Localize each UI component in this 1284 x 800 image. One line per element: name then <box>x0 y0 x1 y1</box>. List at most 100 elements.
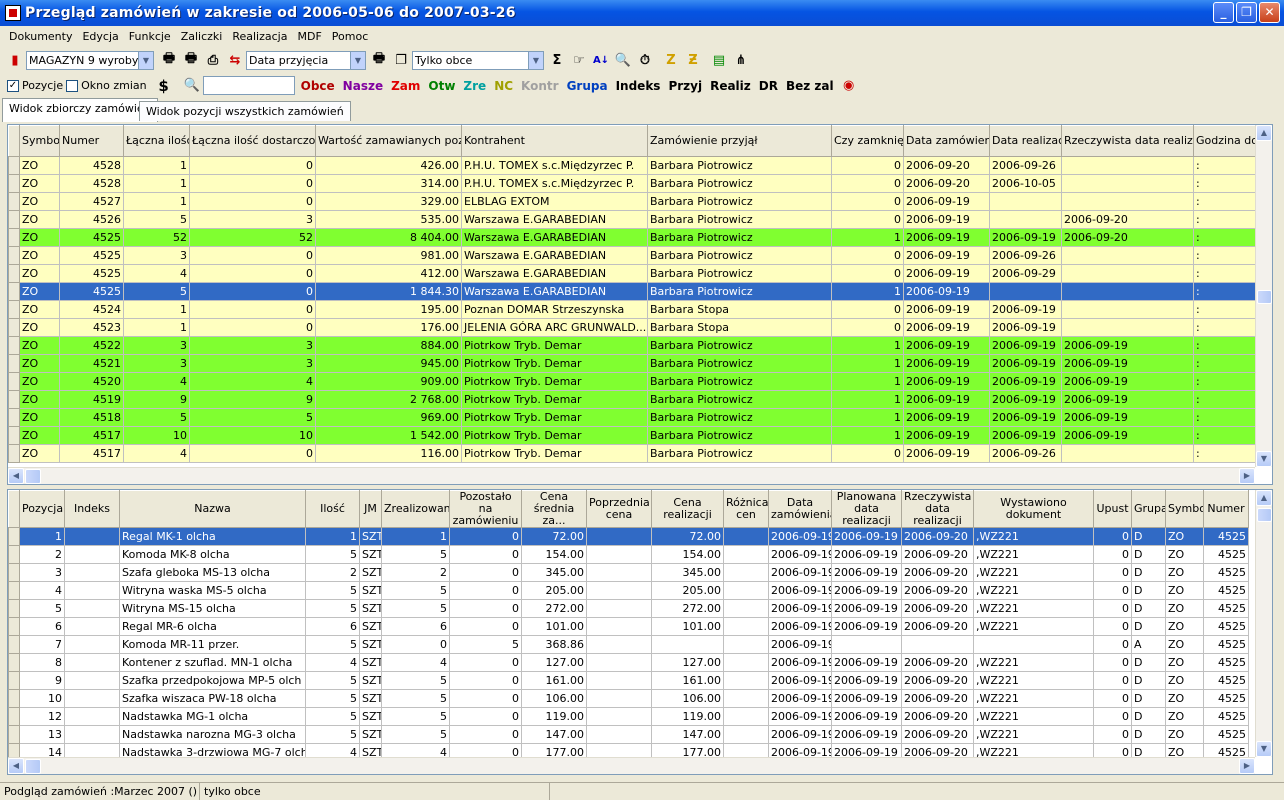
items-col-header[interactable]: Upust <box>1093 490 1132 528</box>
scroll-left-icon[interactable]: ◀ <box>8 468 24 484</box>
clock-icon[interactable]: ⏱ <box>636 51 654 69</box>
table-row[interactable]: ZO 4521 3 3 945.00 Piotrkow Tryb. Demar Barbar… <box>8 354 1259 373</box>
scroll-left-icon[interactable]: ◀ <box>8 758 24 774</box>
scroll-thumb[interactable] <box>1257 508 1272 522</box>
table-row[interactable]: 9 Szafka przedpokojowa MP-5 olch 5 SZT 5 0 161… <box>8 671 1249 690</box>
items-col-header[interactable]: JM <box>359 490 382 528</box>
row-indicator[interactable] <box>8 599 20 618</box>
sort-az-icon[interactable]: A↓ <box>592 51 610 69</box>
table-row[interactable]: 8 Kontener z szuflad. MN-1 olcha 4 SZT 4 0 127… <box>8 653 1249 672</box>
table-row[interactable]: 7 Komoda MR-11 przer. 5 SZT 0 5 368.86 2006-09-… <box>8 635 1249 654</box>
filter-obce[interactable]: Obce <box>301 79 335 93</box>
orders-col-header[interactable]: Kontrahent <box>461 125 648 157</box>
row-indicator[interactable] <box>8 246 20 265</box>
row-indicator[interactable] <box>8 390 20 409</box>
items-col-header[interactable]: Indeks <box>64 490 120 528</box>
close-button[interactable]: ✕ <box>1259 2 1280 23</box>
items-col-header[interactable]: Nazwa <box>119 490 306 528</box>
menu-edycja[interactable]: Edycja <box>77 30 123 43</box>
row-indicator[interactable] <box>8 156 20 175</box>
menu-funkcje[interactable]: Funkcje <box>124 30 176 43</box>
orders-col-header[interactable]: Łączna ilość zamawiana <box>123 125 190 157</box>
z-icon[interactable]: Z <box>662 51 680 69</box>
chevron-down-icon[interactable]: ▼ <box>138 51 153 69</box>
items-col-header[interactable]: Numer <box>1203 490 1249 528</box>
z-alt-icon[interactable]: Ƶ <box>684 51 702 69</box>
table-row[interactable]: ZO 4517 4 0 116.00 Piotrkow Tryb. Demar Barbar… <box>8 444 1259 463</box>
table-row[interactable]: ZO 4519 9 9 2 768.00 Piotrkow Tryb. Demar Barb… <box>8 390 1259 409</box>
row-indicator[interactable] <box>8 707 20 726</box>
filter-otw[interactable]: Otw <box>428 79 455 93</box>
menu-pomoc[interactable]: Pomoc <box>327 30 373 43</box>
chevron-down-icon[interactable]: ▼ <box>528 51 543 69</box>
orders-col-header[interactable]: Zamówienie przyjął <box>647 125 832 157</box>
chevron-down-icon[interactable]: ▼ <box>350 51 365 69</box>
items-vertical-scrollbar[interactable]: ▲ ▼ <box>1255 490 1272 757</box>
date-field-select[interactable]: Data przyjęcia ▼ <box>246 50 366 70</box>
row-indicator[interactable] <box>8 545 20 564</box>
items-horizontal-scrollbar[interactable]: ◀ ▶ <box>8 757 1255 774</box>
minimize-button[interactable]: _ <box>1213 2 1234 23</box>
row-indicator[interactable] <box>8 563 20 582</box>
orders-vertical-scrollbar[interactable]: ▲ ▼ <box>1255 125 1272 467</box>
scroll-down-icon[interactable]: ▼ <box>1256 451 1272 467</box>
table-row[interactable]: ZO 4525 3 0 981.00 Warszawa E.GARABEDIAN Barba… <box>8 246 1259 265</box>
search-input[interactable] <box>202 76 295 95</box>
scroll-up-icon[interactable]: ▲ <box>1256 125 1272 141</box>
items-col-header[interactable]: Wystawiono dokument <box>973 490 1094 528</box>
items-col-header[interactable]: Zrealizowano <box>381 490 450 528</box>
table-row[interactable]: ZO 4525 5 0 1 844.30 Warszawa E.GARABEDIAN Bar… <box>8 282 1259 301</box>
row-indicator[interactable] <box>8 635 20 654</box>
dollar-icon[interactable]: $ <box>155 77 173 95</box>
search-icon[interactable]: 🔍 <box>183 77 201 95</box>
table-row[interactable]: 3 Szafa gleboka MS-13 olcha 2 SZT 2 0 345.00 34… <box>8 563 1249 582</box>
orders-col-header[interactable]: Czy zamknięte <box>831 125 904 157</box>
row-indicator[interactable] <box>8 282 20 301</box>
row-indicator[interactable] <box>8 264 20 283</box>
table-row[interactable]: ZO 4518 5 5 969.00 Piotrkow Tryb. Demar Barbar… <box>8 408 1259 427</box>
row-indicator[interactable] <box>8 300 20 319</box>
row-indicator[interactable] <box>8 354 20 373</box>
stop-icon[interactable]: ◉ <box>840 77 858 95</box>
filter-kontr[interactable]: Kontr <box>521 79 559 93</box>
row-indicator[interactable] <box>8 725 20 744</box>
row-indicator[interactable] <box>8 318 20 337</box>
items-col-header[interactable]: Cena średnia za... <box>521 490 587 528</box>
table-row[interactable]: ZO 4517 10 10 1 542.00 Piotrkow Tryb. Demar Ba… <box>8 426 1259 445</box>
table-row[interactable]: 10 Szafka wiszaca PW-18 olcha 5 SZT 5 0 106.00… <box>8 689 1249 708</box>
table-row[interactable]: ZO 4525 4 0 412.00 Warszawa E.GARABEDIAN Barba… <box>8 264 1259 283</box>
table-row[interactable]: ZO 4528 1 0 426.00 P.H.U. TOMEX s.c.Międzyrze… <box>8 156 1259 175</box>
tree-icon[interactable]: ⋔ <box>732 51 750 69</box>
table-row[interactable]: ZO 4520 4 4 909.00 Piotrkow Tryb. Demar Barbar… <box>8 372 1259 391</box>
filter-indeks[interactable]: Indeks <box>616 79 661 93</box>
restore-button[interactable]: ❐ <box>1236 2 1257 23</box>
items-col-header[interactable]: Cena realizacji <box>651 490 724 528</box>
okno-zmian-checkbox[interactable] <box>66 79 79 92</box>
orders-horizontal-scrollbar[interactable]: ◀ ▶ <box>8 467 1255 484</box>
print-icon[interactable]: 🖶 <box>160 51 178 69</box>
items-col-header[interactable]: Grupa <box>1131 490 1166 528</box>
items-col-header[interactable]: Pozostało na zamówieniu <box>449 490 522 528</box>
table-row[interactable]: ZO 4526 5 3 535.00 Warszawa E.GARABEDIAN Barba… <box>8 210 1259 229</box>
items-col-header[interactable]: Planowana data realizacji <box>831 490 902 528</box>
table-row[interactable]: ZO 4527 1 0 329.00 ELBLAG EXTOM Barbara Piotro… <box>8 192 1259 211</box>
table-row[interactable]: 5 Witryna MS-15 olcha 5 SZT 5 0 272.00 272.00 20… <box>8 599 1249 618</box>
menu-realizacja[interactable]: Realizacja <box>227 30 292 43</box>
row-indicator[interactable] <box>8 192 20 211</box>
items-col-header[interactable]: Data zamówienia <box>768 490 832 528</box>
row-indicator[interactable] <box>8 671 20 690</box>
table-row[interactable]: 12 Nadstawka MG-1 olcha 5 SZT 5 0 119.00 119.00… <box>8 707 1249 726</box>
scroll-right-icon[interactable]: ▶ <box>1239 758 1255 774</box>
menu-zaliczki[interactable]: Zaliczki <box>176 30 228 43</box>
orders-col-header[interactable]: Data realizacji <box>989 125 1062 157</box>
filter-nc[interactable]: NC <box>494 79 513 93</box>
table-row[interactable]: 6 Regal MR-6 olcha 6 SZT 6 0 101.00 101.00 2006-… <box>8 617 1249 636</box>
export-icon[interactable]: ▤ <box>710 51 728 69</box>
copy-icon[interactable]: ❐ <box>392 51 410 69</box>
row-indicator[interactable] <box>8 372 20 391</box>
print-icon[interactable]: 🖶 <box>370 51 388 69</box>
items-col-header[interactable]: Poprzednia cena <box>586 490 652 528</box>
items-col-header[interactable]: Rzeczywista data realizacji <box>901 490 974 528</box>
items-col-header[interactable]: Różnica cen <box>723 490 769 528</box>
row-indicator[interactable] <box>8 174 20 193</box>
